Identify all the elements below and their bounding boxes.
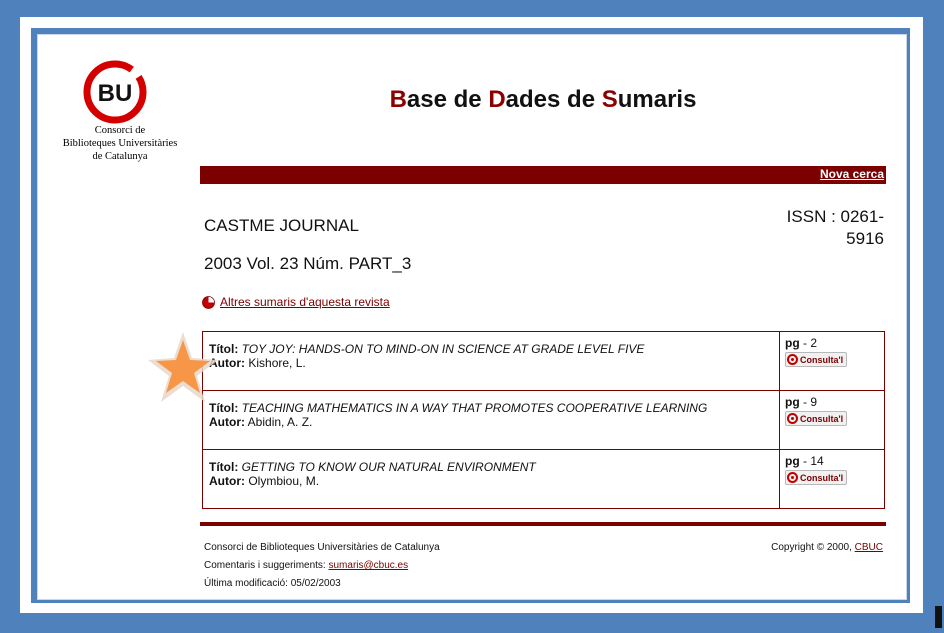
title-initial-b: B	[389, 86, 407, 113]
title-part-1: ase de	[406, 86, 489, 113]
issn-line-1: ISSN : 0261-	[786, 207, 884, 226]
consult-button[interactable]: Consulta'l	[785, 352, 848, 367]
issn-line-2: 5916	[846, 229, 884, 248]
corner-mark	[935, 606, 942, 628]
issue-info: 2003 Vol. 23 Núm. PART_3	[204, 254, 412, 273]
consult-button[interactable]: Consulta'l	[785, 411, 848, 426]
consult-icon	[787, 472, 798, 483]
footer-org: Consorci de Biblioteques Universitàries …	[204, 542, 440, 553]
title-part-3: umaris	[617, 86, 697, 113]
page-number: - 2	[803, 336, 818, 350]
footer-copyright: Copyright © 2000, CBUC	[700, 539, 883, 557]
article-cell: Títol: TEACHING MATHEMATICS IN A WAY THA…	[202, 390, 780, 450]
footer-modified: Última modificació: 05/02/2003	[204, 578, 341, 589]
copyright-label: Copyright © 2000,	[771, 542, 855, 553]
page-number: - 14	[803, 454, 824, 468]
page-number: - 9	[803, 395, 818, 409]
article-author: Olymbiou, M.	[248, 474, 320, 488]
consult-button[interactable]: Consulta'l	[785, 470, 848, 485]
header-bar: Nova cerca	[200, 166, 886, 184]
consult-icon	[787, 354, 798, 365]
consult-label: Consulta'l	[800, 413, 844, 424]
table-row: Títol: GETTING TO KNOW OUR NATURAL ENVIR…	[202, 449, 885, 509]
footer-rule	[200, 522, 886, 526]
page-cell: pg - 9 Consulta'l	[779, 390, 885, 450]
pie-icon	[202, 295, 215, 309]
logo-line-1: Consorci de	[94, 125, 146, 136]
consult-icon	[787, 413, 798, 424]
footer-info: Consorci de Biblioteques Universitàries …	[204, 539, 440, 593]
article-title: TEACHING MATHEMATICS IN A WAY THAT PROMO…	[241, 401, 708, 415]
author-label: Autor:	[209, 474, 245, 488]
new-search-link[interactable]: Nova cerca	[820, 167, 884, 181]
comments-email-link[interactable]: sumaris@cbuc.es	[329, 560, 409, 571]
page-cell: pg - 14 Consulta'l	[779, 449, 885, 509]
article-title: GETTING TO KNOW OUR NATURAL ENVIRONMENT	[241, 460, 536, 474]
page-label: pg	[785, 454, 800, 468]
page-cell: pg - 2 Consulta'l	[779, 331, 885, 391]
logo-line-2: Biblioteques Universitàries	[62, 138, 178, 149]
title-initial-s: S	[601, 86, 618, 113]
page-label: pg	[785, 336, 800, 350]
issn: ISSN : 0261- 5916	[772, 206, 884, 250]
star-icon	[148, 332, 218, 402]
consult-label: Consulta'l	[800, 354, 844, 365]
author-label: Autor:	[209, 415, 245, 429]
article-author: Abidin, A. Z.	[247, 415, 313, 429]
consult-label: Consulta'l	[800, 472, 844, 483]
title-initial-d: D	[488, 86, 506, 113]
other-summaries[interactable]: Altres sumaris d'aquesta revista	[202, 295, 390, 309]
web-page	[37, 34, 907, 600]
contents-table: Títol: TOY JOY: HANDS-ON TO MIND-ON IN S…	[202, 331, 885, 509]
article-cell: Títol: TOY JOY: HANDS-ON TO MIND-ON IN S…	[202, 331, 780, 391]
article-author: Kishore, L.	[248, 356, 306, 370]
title-label: Títol:	[209, 460, 239, 474]
cbuc-link[interactable]: CBUC	[855, 542, 883, 553]
journal-name: CASTME JOURNAL	[204, 216, 359, 235]
logo-caption: Consorci de Biblioteques Universitàries …	[45, 124, 195, 163]
article-cell: Títol: GETTING TO KNOW OUR NATURAL ENVIR…	[202, 449, 780, 509]
article-title: TOY JOY: HANDS-ON TO MIND-ON IN SCIENCE …	[241, 342, 645, 356]
logo-line-3: de Catalunya	[92, 151, 148, 162]
other-summaries-link[interactable]: Altres sumaris d'aquesta revista	[220, 295, 390, 309]
table-row: Títol: TEACHING MATHEMATICS IN A WAY THA…	[202, 390, 885, 450]
title-part-2: ades de	[505, 86, 602, 113]
logo-mark: BU	[98, 80, 133, 107]
bu-logo-icon: BU	[83, 60, 147, 124]
comments-label: Comentaris i suggeriments:	[204, 560, 329, 571]
page-title: Base de Dades de Sumaris	[200, 86, 886, 114]
table-row: Títol: TOY JOY: HANDS-ON TO MIND-ON IN S…	[202, 331, 885, 391]
page-label: pg	[785, 395, 800, 409]
footer-comments: Comentaris i suggeriments: sumaris@cbuc.…	[204, 557, 440, 575]
